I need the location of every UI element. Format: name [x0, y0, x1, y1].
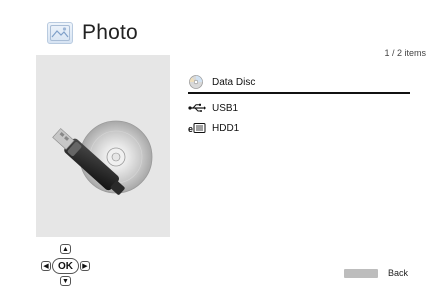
list-item-usb1[interactable]: USB1 — [188, 97, 410, 119]
list-item-hdd1[interactable]: e HDD1 — [188, 117, 410, 139]
hdd-icon: e — [188, 121, 208, 135]
source-list: Data Disc USB1 e HDD1 — [188, 72, 410, 139]
arrow-up-icon[interactable]: ▲ — [60, 244, 71, 254]
photo-browser-screen: Photo 1 / 2 items Data Disc USB1 e HDD1 … — [0, 0, 436, 288]
arrow-left-icon[interactable]: ◀ — [41, 261, 51, 271]
svg-text:e: e — [188, 124, 193, 134]
list-item-label: Data Disc — [212, 76, 256, 88]
preview-panel — [36, 55, 170, 237]
back-label: Back — [388, 268, 409, 278]
navigation-pad: ▲ ◀ OK ▶ ▼ — [36, 244, 94, 286]
item-count: 1 / 2 items — [384, 48, 426, 58]
arrow-right-icon[interactable]: ▶ — [80, 261, 90, 271]
ok-button[interactable]: OK — [52, 258, 79, 274]
back-key-icon[interactable] — [344, 269, 378, 278]
arrow-down-icon[interactable]: ▼ — [60, 276, 71, 286]
photo-icon — [47, 22, 73, 44]
page-title: Photo — [82, 21, 138, 44]
list-item-label: USB1 — [212, 102, 239, 114]
list-item-data-disc[interactable]: Data Disc — [188, 72, 410, 94]
usb-icon — [188, 101, 208, 115]
list-item-label: HDD1 — [212, 122, 240, 134]
disc-icon — [188, 75, 208, 89]
usb-disc-illustration — [52, 120, 153, 195]
